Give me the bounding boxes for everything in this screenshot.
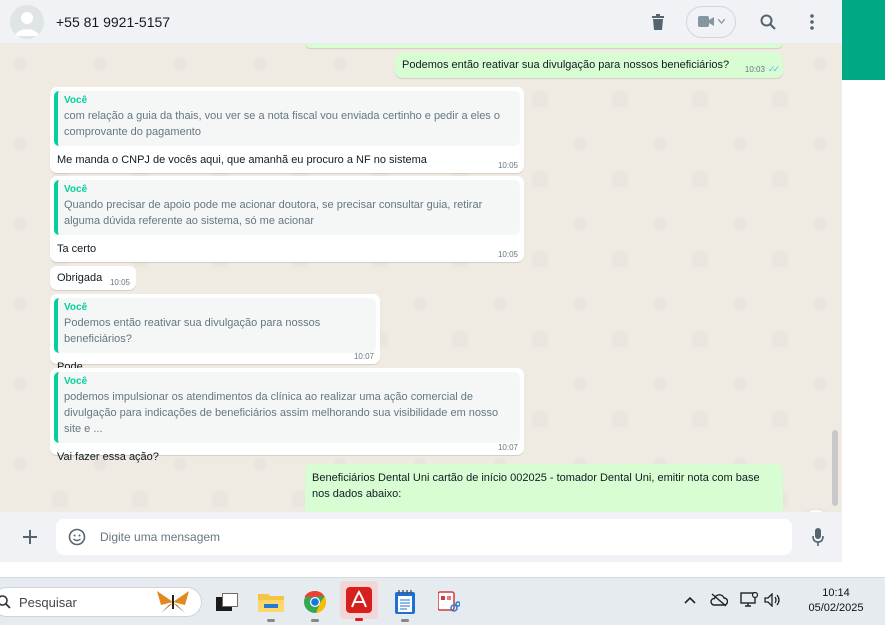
message-text: Podemos então reativar sua divulgação pa… — [402, 59, 730, 71]
quote-author: Você — [64, 95, 88, 106]
active-indicator — [355, 618, 363, 621]
pdf-reader-icon — [346, 587, 372, 613]
running-indicator — [267, 619, 275, 622]
clock-date: 05/02/2025 — [808, 602, 864, 614]
contact-name[interactable]: +55 81 9921-5157 — [56, 14, 170, 30]
chat-panel[interactable]: Podemos então reativar sua divulgação pa… — [0, 44, 842, 512]
message-input[interactable] — [98, 529, 752, 545]
quoted-message[interactable]: Você Quando precisar de apoio pode me ac… — [54, 180, 520, 235]
quote-author: Você — [64, 184, 88, 195]
quoted-message[interactable]: Você com relação a guia da thais, vou ve… — [54, 91, 520, 146]
trash-icon — [652, 13, 664, 30]
search-icon — [0, 595, 11, 609]
message-bubble-incoming[interactable]: Você Podemos então reativar sua divulgaç… — [50, 294, 380, 373]
system-tray — [684, 592, 782, 608]
microphone-icon — [812, 528, 824, 546]
running-indicator — [311, 619, 319, 622]
chevron-up-icon[interactable] — [684, 596, 696, 604]
task-view-button[interactable] — [212, 588, 242, 616]
message-time: 10:03 ✓✓ — [744, 64, 780, 74]
chevron-down-icon — [717, 19, 725, 24]
double-check-icon: ✓✓ — [767, 64, 780, 74]
chat-header: +55 81 9921-5157 — [0, 0, 842, 44]
menu-button[interactable] — [800, 10, 824, 34]
video-call-icon — [697, 16, 714, 27]
message-text: Beneficiários Dental Uni cartão de iníci… — [312, 472, 760, 500]
pdf-reader-button[interactable] — [340, 581, 378, 621]
message-text: Ta certo — [57, 243, 97, 255]
file-explorer-button[interactable] — [256, 588, 286, 622]
message-bubble-outgoing[interactable]: Beneficiários Dental Uni cartão de iníci… — [305, 464, 783, 512]
snipping-tool-icon — [438, 591, 460, 612]
chat-scrollbar[interactable] — [832, 430, 838, 506]
clock-time: 10:14 — [822, 587, 850, 599]
message-bubble-incoming[interactable]: Você com relação a guia da thais, vou ve… — [50, 87, 524, 173]
message-bubble-incoming[interactable]: Obrigada 10:05 — [50, 266, 136, 290]
quote-author: Você — [64, 376, 88, 387]
voice-message-button[interactable] — [806, 525, 830, 549]
message-time: 10:07 — [353, 352, 374, 361]
delete-button[interactable] — [646, 10, 670, 34]
volume-icon[interactable] — [764, 593, 782, 607]
quote-text: com relação a guia da thais, vou ver se … — [64, 110, 500, 138]
taskbar-search-placeholder: Pesquisar — [19, 594, 77, 610]
quote-text: Quando precisar de apoio pode me acionar… — [64, 199, 483, 227]
message-input-wrapper — [56, 519, 792, 555]
message-bubble-partial — [305, 44, 783, 48]
message-bubble-incoming[interactable]: Você Quando precisar de apoio pode me ac… — [50, 176, 524, 262]
taskbar-clock[interactable]: 10:14 05/02/2025 — [800, 586, 872, 616]
header-actions — [626, 5, 824, 38]
contact-avatar[interactable] — [10, 4, 44, 39]
file-explorer-icon — [258, 594, 284, 612]
sticker-icon — [68, 528, 86, 546]
quote-text: podemos impulsionar os atendimentos da c… — [64, 391, 499, 435]
message-time: 10:07 — [497, 443, 518, 452]
message-time: 10:05 — [497, 161, 518, 170]
notepad-icon — [395, 590, 415, 614]
message-composer — [0, 512, 842, 562]
task-view-icon — [216, 593, 238, 611]
message-text: Vai fazer essa ação? — [57, 451, 159, 463]
quoted-message[interactable]: Você podemos impulsionar os atendimentos… — [54, 372, 520, 443]
message-text: Me manda o CNPJ de vocês aqui, que amanh… — [57, 154, 427, 166]
windows-taskbar: Pesquisar 10:14 05/02/2025 — [0, 577, 885, 625]
butterfly-illustration-icon — [157, 591, 189, 613]
menu-icon — [810, 13, 814, 30]
quote-author: Você — [64, 302, 88, 313]
network-icon[interactable] — [740, 592, 758, 608]
message-time: 10:05 — [109, 278, 130, 287]
search-icon — [760, 14, 776, 30]
running-indicator — [401, 619, 409, 622]
cloud-offline-icon[interactable] — [710, 593, 728, 607]
message-bubble-outgoing[interactable]: Podemos então reativar sua divulgação pa… — [395, 52, 783, 78]
message-bubble-incoming[interactable]: Você podemos impulsionar os atendimentos… — [50, 368, 524, 463]
right-margin — [842, 80, 885, 577]
video-call-button[interactable] — [686, 5, 736, 38]
quote-text: Podemos então reativar sua divulgação pa… — [64, 317, 321, 345]
chrome-icon — [304, 590, 327, 613]
default-avatar-icon — [15, 11, 39, 36]
emoji-sticker-button[interactable] — [68, 528, 86, 546]
search-button[interactable] — [756, 10, 780, 34]
notepad-button[interactable] — [390, 588, 420, 622]
attach-button[interactable] — [18, 525, 42, 549]
plus-icon — [23, 530, 37, 544]
quoted-message[interactable]: Você Podemos então reativar sua divulgaç… — [54, 298, 376, 353]
chrome-button[interactable] — [300, 588, 330, 622]
taskbar-search[interactable]: Pesquisar — [0, 587, 202, 617]
snipping-tool-button[interactable] — [434, 588, 464, 616]
app-accent-strip — [842, 0, 885, 80]
message-time: 10:05 — [497, 250, 518, 259]
